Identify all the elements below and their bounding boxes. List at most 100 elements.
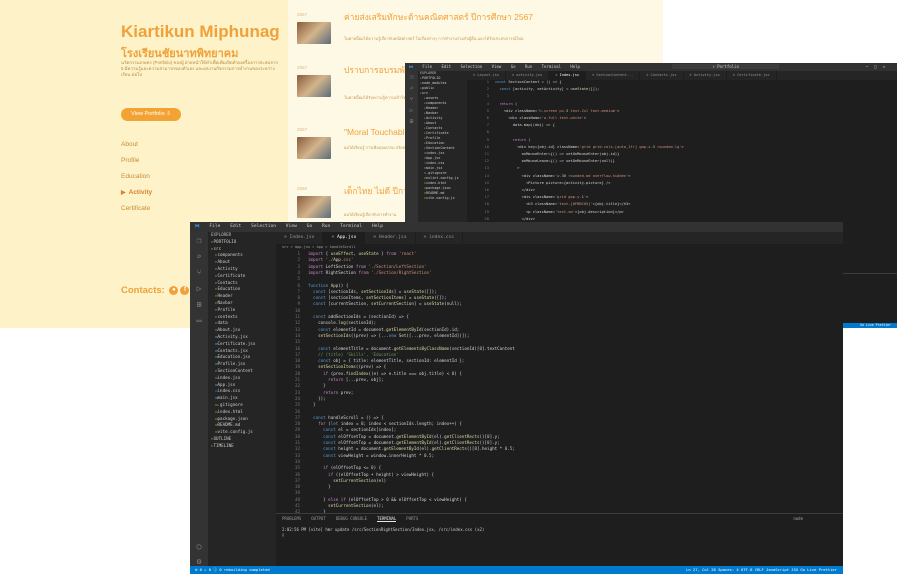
panel-tab[interactable]: OUTPUT — [311, 516, 325, 521]
code-line[interactable]: const elementTitle = document.getElement… — [308, 346, 515, 351]
explorer-item[interactable]: ▫ index.css — [211, 388, 276, 395]
terminal-shell-label[interactable]: node — [793, 516, 803, 521]
explorer-item[interactable]: ▸ contexts — [211, 314, 276, 321]
source-control-icon[interactable]: ⑂ — [190, 268, 208, 277]
explorer-item[interactable]: ▫ App.jsx — [211, 382, 276, 389]
code-line[interactable]: if (elOffsetTop <= 0) { — [308, 465, 381, 470]
extensions-icon[interactable]: ⊞ — [405, 118, 418, 125]
menu-go[interactable]: Go — [511, 64, 516, 69]
editor-tab[interactable]: ⚛ Certificate.jsx — [727, 71, 777, 80]
code-line[interactable]: const el = sectionIds[index]; — [308, 427, 396, 432]
menu-view[interactable]: View — [492, 64, 502, 69]
editor-tab[interactable]: ⚛ App.jsx — [323, 232, 366, 244]
code-line[interactable]: setCurrentSection(el); — [308, 503, 383, 508]
explorer-item[interactable]: ▸ Certificate — [211, 273, 276, 280]
explorer-item[interactable]: ▫ main.jsx — [211, 395, 276, 402]
explorer-item[interactable]: ▫ index.jsx — [211, 375, 276, 382]
files-icon[interactable]: ❐ — [405, 74, 418, 81]
explorer-item[interactable]: ▫ Certificate.jsx — [211, 341, 276, 348]
code-line[interactable]: const elOffsetTop = document.getElementB… — [308, 440, 500, 445]
editor-tab[interactable]: ⚛ Index.jsx — [549, 71, 587, 80]
code-line[interactable]: <div className='w-36 rounded-md overflow… — [495, 174, 631, 178]
editor-tab[interactable]: ⚛ activity.jsx — [506, 71, 550, 80]
code-line[interactable]: if (prev.findIndex((e) => e.title === ob… — [308, 371, 462, 376]
code-line[interactable]: // (title) 'Skills', 'Education' — [308, 352, 399, 357]
code-line[interactable]: if ((elOffsetTop + height) > viewHeight)… — [308, 472, 434, 477]
window-controls[interactable]: ─□✕ — [866, 63, 891, 71]
explorer-item[interactable]: ▫ Education.jsx — [211, 354, 276, 361]
run-debug-icon[interactable]: ▷ — [190, 284, 208, 293]
editor-tab[interactable]: ⚛ Activity.jsx — [684, 71, 727, 80]
account-icon[interactable]: ◯ — [190, 542, 208, 551]
explorer-item[interactable]: ▫ About.jsx — [211, 327, 276, 334]
view-portfolio-button[interactable]: View Portfolio ⇩ — [121, 108, 181, 121]
explorer-item[interactable]: ▸ Activity — [211, 266, 276, 273]
explorer-item[interactable]: ▸ Navbar — [211, 300, 276, 307]
code-line[interactable]: console.log(sectionId); — [308, 320, 376, 325]
explorer-item[interactable]: ▸ OUTLINE — [211, 436, 276, 443]
menu-file[interactable]: File — [422, 64, 432, 69]
code-line[interactable]: for (let index = 0; index < sectionIds.l… — [308, 421, 462, 426]
explorer-item[interactable]: ▸ PORTFOLIO — [211, 239, 276, 246]
nav-profile[interactable]: Profile — [121, 157, 152, 173]
code-line[interactable]: const addSectionIds = (sectionId) => { — [308, 314, 409, 319]
code-line[interactable]: data.map((obj) => { — [495, 123, 555, 127]
code-line[interactable]: } — [308, 484, 331, 489]
panel-tab[interactable]: TERMINAL — [377, 516, 397, 522]
code-line[interactable]: const [activity, setActivity] = useState… — [495, 87, 599, 91]
code-line[interactable]: </div> — [495, 188, 535, 192]
panel-tab[interactable]: DEBUG CONSOLE — [336, 516, 367, 521]
status-right[interactable]: Go Live Prettier — [860, 323, 891, 328]
status-right[interactable]: Ln 27, Col 28 Spaces: 4 UTF-8 CRLF JavaS… — [686, 566, 837, 574]
code-line[interactable]: const [sectionItems, setSectionItems] = … — [308, 295, 447, 300]
code-line[interactable]: import RightSection from './Section/Righ… — [308, 270, 432, 275]
explorer-item[interactable]: ▸ Header — [211, 293, 276, 300]
explorer-item[interactable]: ▸ Education — [211, 286, 276, 293]
code-line[interactable]: setSectionIds((prev) => [...new Set([...… — [308, 333, 469, 338]
code-line[interactable]: } — [308, 402, 316, 407]
command-search-box[interactable]: ⌕ Portfolio — [672, 64, 779, 69]
code-line[interactable]: } else if (elOffsetTop > 0 && elOffsetTo… — [308, 497, 467, 502]
menu-selection[interactable]: Selection — [251, 224, 276, 229]
menu-terminal[interactable]: Terminal — [542, 64, 561, 69]
explorer-item[interactable]: ▸ src — [211, 246, 276, 253]
code-line[interactable]: const elementId = document.getElementByI… — [308, 327, 459, 332]
code-line[interactable]: }); — [308, 396, 326, 401]
remote-explorer-icon[interactable]: ▭ — [190, 316, 208, 325]
code-line[interactable]: return prev; — [308, 390, 353, 395]
menu-help[interactable]: Help — [372, 224, 383, 229]
code-line[interactable]: const SectionContent = () => { — [495, 80, 562, 84]
menu-view[interactable]: View — [286, 224, 297, 229]
code-line[interactable] — [495, 94, 499, 98]
extensions-icon[interactable]: ⊞ — [190, 300, 208, 309]
run-debug-icon[interactable]: ▷ — [405, 107, 418, 114]
menu-edit[interactable]: Edit — [441, 64, 451, 69]
code-area[interactable]: 1 import { useEffect, useState } from 're… — [276, 251, 843, 513]
code-line[interactable]: <div className='h-screen px-5 text-2xl f… — [495, 109, 620, 113]
code-line[interactable]: const handleScroll = () => { — [308, 415, 384, 420]
nav-about[interactable]: About — [121, 141, 152, 157]
code-line[interactable]: const viewHeight = window.innerHeight * … — [308, 453, 434, 458]
explorer-item[interactable]: ▸ data — [211, 320, 276, 327]
code-line[interactable]: const elOffsetTop = document.getElementB… — [308, 434, 500, 439]
code-line[interactable]: </div> — [495, 217, 535, 221]
editor-tab[interactable]: ⚛ Layout.jsx — [467, 71, 506, 80]
menu-terminal[interactable]: Terminal — [340, 224, 362, 229]
explorer-item[interactable]: ▫ Activity.jsx — [211, 334, 276, 341]
panel-tab[interactable]: PROBLEMS — [282, 516, 301, 521]
facebook-icon[interactable]: f — [180, 285, 190, 295]
menu-run[interactable]: Run — [525, 64, 532, 69]
code-line[interactable]: <div className='grid gap-y-1'> — [495, 195, 589, 199]
code-line[interactable]: onMouseLeave={() => setOnMouseEnter(null… — [495, 159, 615, 163]
code-line[interactable]: <div key={obj.id} className='grid grid-c… — [495, 145, 684, 149]
menu-edit[interactable]: Edit — [230, 224, 241, 229]
code-line[interactable]: const height = document.getElementById(e… — [308, 446, 515, 451]
menu-go[interactable]: Go — [307, 224, 313, 229]
source-control-icon[interactable]: ⑂ — [405, 96, 418, 103]
menu-help[interactable]: Help — [570, 64, 580, 69]
code-line[interactable]: function App() { — [308, 283, 348, 288]
terminal-cursor[interactable]: ▯ — [282, 532, 837, 537]
explorer-item[interactable]: ▸ Profile — [211, 307, 276, 314]
code-line[interactable]: onMouseEnter={() => setOnMouseEnter(obj.… — [495, 152, 620, 156]
explorer-item[interactable]: ▸ Contacts — [211, 280, 276, 287]
